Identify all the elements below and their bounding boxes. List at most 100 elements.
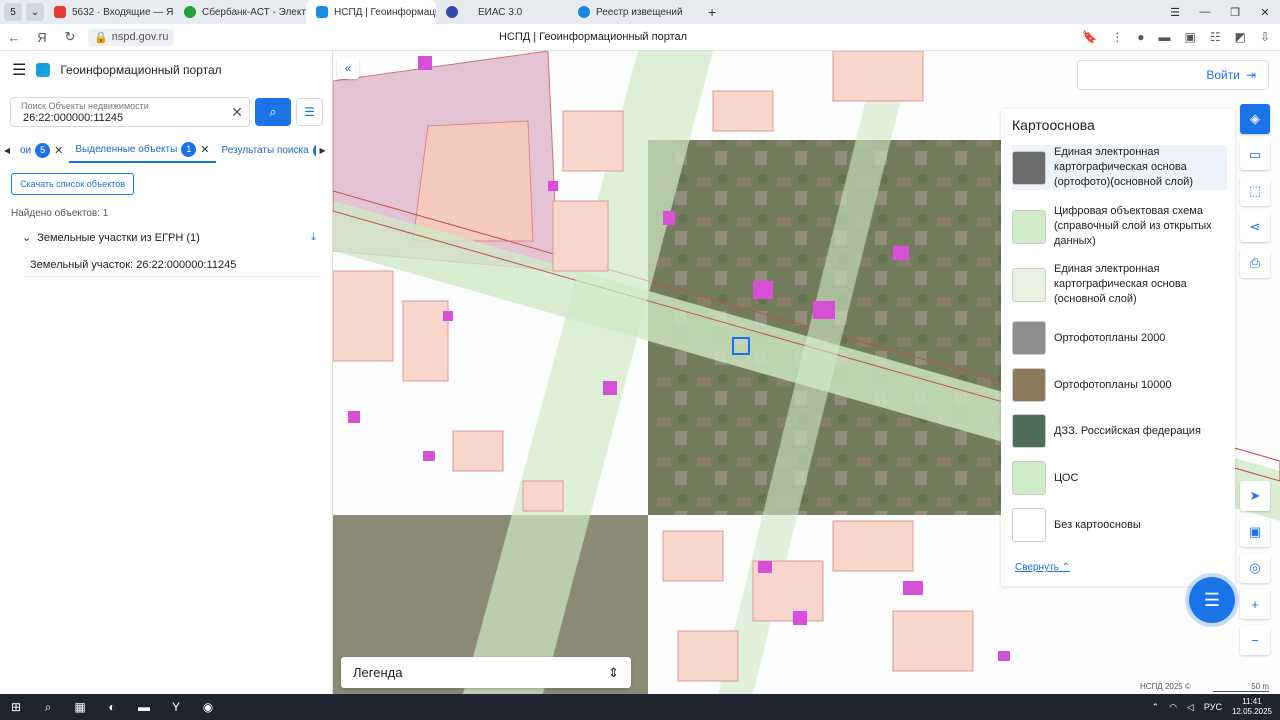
legend-bar[interactable]: Легенда ⇕ xyxy=(341,657,631,688)
filter-icon: ☰ xyxy=(304,105,315,119)
minimize-icon[interactable]: — xyxy=(1190,6,1220,18)
extension-icon[interactable]: ☷ xyxy=(1210,30,1221,44)
parcel xyxy=(412,120,534,242)
basemap-option[interactable]: Цифровая объектовая схема (справочный сл… xyxy=(1012,204,1227,249)
search-input[interactable]: Поиск Объекты недвижимости 26:22:000000:… xyxy=(10,97,250,127)
locate-button[interactable]: ➤ xyxy=(1240,481,1270,511)
tab-history[interactable]: ои 5 ✕ xyxy=(14,137,69,163)
tab-label: Реестр извещений xyxy=(596,6,683,18)
basemap-option[interactable]: Единая электронная картографическая осно… xyxy=(1012,145,1227,190)
page-title: НСПД | Геоинформационный портал xyxy=(498,31,688,43)
close-icon[interactable]: ✕ xyxy=(200,143,209,156)
yandex-browser-icon[interactable]: Y xyxy=(160,694,192,720)
land-plot-label: Земельный участок: 26:22:000000:11245 xyxy=(30,259,237,271)
filter-button[interactable]: ☰ xyxy=(296,98,323,126)
back-icon[interactable]: ← xyxy=(0,30,28,45)
sberbank-icon xyxy=(184,6,196,18)
zoom-out-button[interactable]: − xyxy=(1240,625,1270,655)
print-button[interactable]: ⎙ xyxy=(1240,248,1270,278)
edge-icon[interactable]: ◐ xyxy=(96,694,128,720)
print-icon: ⎙ xyxy=(1249,255,1261,270)
browser-tab-registry[interactable]: Реестр извещений xyxy=(568,0,698,24)
tab-search-results[interactable]: Результаты поиска 1 xyxy=(216,137,316,163)
map-view[interactable]: « Войти ⇥ Картооснова Единая электронная… xyxy=(333,51,1280,694)
download-icon[interactable]: ⤓ xyxy=(311,231,316,244)
satellite-thumb-icon xyxy=(1012,414,1046,448)
navigation-icon: ➤ xyxy=(1249,488,1261,503)
browser-tab-eias[interactable]: ЕИАС 3.0 xyxy=(436,0,568,24)
extension-icon[interactable]: ▣ xyxy=(1184,30,1195,44)
basemap-option[interactable]: Ортофотопланы 10000 xyxy=(1012,368,1227,402)
os-taskbar: ⊞ ⌕ ▦ ◐ ▬ Y ◉ ⌃ ◠ ◁ РУС 11:41 12.05.2025 xyxy=(0,694,1280,720)
minimap-button[interactable]: ▣ xyxy=(1240,517,1270,547)
extension-icon[interactable]: ● xyxy=(1137,30,1144,44)
more-icon[interactable]: ⋮ xyxy=(1111,30,1123,44)
address-bar: ← Я ↻ 🔒 nspd.gov.ru НСПД | Геоинформацио… xyxy=(0,24,1280,51)
reload-icon[interactable]: ↻ xyxy=(56,29,84,45)
close-window-icon[interactable]: ✕ xyxy=(1250,6,1280,19)
browser-tab-nspd[interactable]: НСПД | Геоинформаци ✕ xyxy=(306,0,436,24)
restore-icon[interactable]: ❐ xyxy=(1220,6,1250,19)
start-icon[interactable]: ⊞ xyxy=(0,694,32,720)
url-field[interactable]: 🔒 nspd.gov.ru xyxy=(88,28,175,46)
list-item[interactable]: Земельный участок: 26:22:000000:11245 xyxy=(24,254,322,277)
extension-icon[interactable]: ▬ xyxy=(1158,30,1170,44)
basemap-label: Ортофотопланы 2000 xyxy=(1054,331,1166,344)
chat-button[interactable]: ☰ xyxy=(1189,577,1235,623)
basemap-label: Цифровая объектовая схема (справочный сл… xyxy=(1054,205,1212,247)
layers-button[interactable]: ◈ xyxy=(1240,104,1270,134)
download-list-button[interactable]: Скачать список объектов xyxy=(11,173,135,195)
tabs-scroll-left-icon[interactable]: ◀ xyxy=(0,146,14,155)
geolocation-button[interactable]: ◎ xyxy=(1240,553,1270,583)
volume-icon[interactable]: ◁ xyxy=(1187,702,1194,713)
tabs-dropdown-icon[interactable]: ⌄ xyxy=(26,3,44,21)
expand-icon[interactable]: ⇕ xyxy=(608,665,619,681)
scale-bar: 50 m xyxy=(1213,682,1269,692)
tab-selected-objects[interactable]: Выделенные объекты 1 ✕ xyxy=(69,137,216,163)
land-plots-group[interactable]: ⌄ Земельные участки из ЕГРН (1) ⤓ xyxy=(22,231,322,244)
search-placeholder: Поиск Объекты недвижимости xyxy=(21,101,149,111)
browser-tab-mail[interactable]: 5632 · Входящие — Яндекс xyxy=(44,0,174,24)
basemap-option[interactable]: ЦОС xyxy=(1012,461,1227,495)
search-button[interactable]: ⌕ xyxy=(255,98,291,126)
menu-icon[interactable]: ☰ xyxy=(1160,6,1190,19)
login-button[interactable]: Войти ⇥ xyxy=(1077,60,1269,90)
collapse-sidebar-icon[interactable]: « xyxy=(337,57,359,79)
search-icon[interactable]: ⌕ xyxy=(32,694,64,720)
search-value[interactable]: 26:22:000000:11245 xyxy=(23,112,123,124)
clock[interactable]: 11:41 12.05.2025 xyxy=(1232,697,1272,717)
basemap-label: ЦОС xyxy=(1054,471,1079,484)
close-icon[interactable]: ✕ xyxy=(54,144,63,157)
tabs-scroll-right-icon[interactable]: ▶ xyxy=(316,146,330,155)
share-button[interactable]: ⋖ xyxy=(1240,212,1270,242)
app-icon[interactable]: ◉ xyxy=(192,694,224,720)
basemap-option[interactable]: Ортофотопланы 2000 xyxy=(1012,321,1227,355)
collapse-panel-link[interactable]: Свернуть ⌃ xyxy=(1015,562,1070,573)
basemap-panel: Картооснова Единая электронная картограф… xyxy=(1001,109,1235,586)
folder-icon[interactable]: ▬ xyxy=(128,694,160,720)
basemap-option[interactable]: Без картоосновы xyxy=(1012,508,1227,542)
extension-icon[interactable]: ◩ xyxy=(1235,30,1246,44)
panel-title: Картооснова xyxy=(1012,117,1095,133)
language-indicator[interactable]: РУС xyxy=(1204,702,1222,712)
download-icon[interactable]: ⇩ xyxy=(1260,30,1270,44)
measure-button[interactable]: ▭ xyxy=(1240,140,1270,170)
tray-arrow-icon[interactable]: ⌃ xyxy=(1152,702,1160,713)
clear-search-icon[interactable]: ✕ xyxy=(231,104,243,121)
select-icon: ⬚ xyxy=(1248,183,1262,198)
basemap-option[interactable]: ДЗЗ. Российская федерация xyxy=(1012,414,1227,448)
select-area-button[interactable]: ⬚ xyxy=(1240,176,1270,206)
hamburger-menu-icon[interactable]: ☰ xyxy=(12,60,26,80)
bookmark-icon[interactable]: 🔖 xyxy=(1082,30,1097,44)
browser-tab-sberbank[interactable]: Сбербанк-АСТ - Электро xyxy=(174,0,306,24)
basemap-option[interactable]: Единая электронная картографическая осно… xyxy=(1012,262,1227,307)
new-tab-button[interactable]: + xyxy=(698,0,726,24)
nspd-icon xyxy=(316,6,328,18)
network-icon[interactable]: ◠ xyxy=(1169,702,1177,713)
zoom-in-button[interactable]: + xyxy=(1240,589,1270,619)
yandex-icon[interactable]: Я xyxy=(28,30,56,45)
chevron-down-icon[interactable]: ⌄ xyxy=(22,231,31,244)
task-view-icon[interactable]: ▦ xyxy=(64,694,96,720)
tab-count-button[interactable]: 5 xyxy=(4,3,22,21)
orthophoto-brown-thumb-icon xyxy=(1012,368,1046,402)
